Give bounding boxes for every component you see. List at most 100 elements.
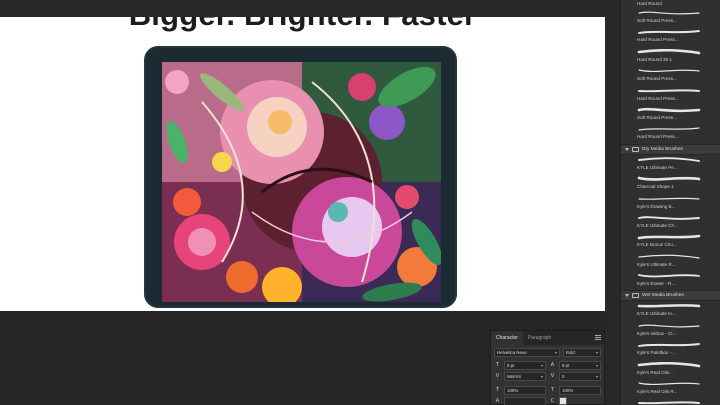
brush-stroke-preview	[638, 11, 700, 15]
baseline-shift-icon: A	[495, 398, 500, 404]
brush-stroke-preview	[638, 127, 700, 131]
font-size-icon: T	[495, 362, 500, 368]
brush-stroke-preview	[638, 382, 700, 386]
font-family-value: Helvetica Neue	[497, 350, 527, 355]
brush-label: Hard Round 35 1	[637, 56, 672, 62]
brush-label: KYLE Ultimate Ch...	[637, 222, 678, 228]
kerning-value: Metrics	[507, 374, 522, 379]
horizontal-scale-field[interactable]: 100%	[559, 386, 601, 395]
brush-item[interactable]: KYLE Ultimate In...	[621, 301, 720, 320]
font-size-field[interactable]: 9 pt	[504, 361, 546, 370]
brush-item[interactable]: Kyle's Real Water...	[621, 398, 720, 405]
tracking-icon: V	[550, 373, 555, 379]
brushes-panel[interactable]: Hard Round Soft Round Press... Hard Round…	[620, 0, 720, 405]
brush-label: Hard Round Press...	[637, 95, 679, 101]
vertical-scale-icon: T	[495, 387, 500, 393]
font-family-select[interactable]: Helvetica Neue	[494, 348, 560, 357]
font-size-value: 9 pt	[507, 363, 515, 368]
brush-item[interactable]: KYLE Ultimate Pe...	[621, 155, 720, 174]
color-label-icon: C	[550, 398, 555, 404]
character-panel-tabs: Character Paragraph	[491, 331, 604, 345]
brush-item[interactable]: Kyle's Eraser - R...	[621, 271, 720, 290]
brush-label: Kyle's Real Oils...	[637, 369, 673, 375]
horizontal-scale-value: 100%	[562, 388, 574, 393]
brush-stroke-preview	[638, 254, 700, 259]
font-style-select[interactable]: Bold	[563, 348, 601, 357]
brush-group-header[interactable]: Dry Media Brushes	[621, 143, 720, 155]
font-style-value: Bold	[566, 350, 575, 355]
brush-stroke-preview	[638, 30, 700, 35]
brush-label: Kyle's Real Oils R...	[637, 389, 678, 395]
kerning-field[interactable]: Metrics	[504, 372, 546, 381]
tab-paragraph[interactable]: Paragraph	[523, 331, 556, 345]
brush-label: Kyle's Drawing B...	[637, 203, 676, 209]
brush-label: Kyle's Paintbox -...	[637, 350, 675, 356]
brush-stroke-preview	[638, 197, 700, 200]
brush-item[interactable]: Kyle's Drawing B...	[621, 194, 720, 213]
folder-icon	[632, 146, 639, 152]
baseline-shift-field[interactable]	[504, 397, 546, 405]
brush-label: KYLE Bonus Chu...	[637, 242, 677, 248]
brush-item[interactable]: Kyle's Inkbox - Cl...	[621, 321, 720, 340]
brush-stroke-preview	[638, 343, 700, 348]
brush-item[interactable]: KYLE Bonus Chu...	[621, 232, 720, 251]
brush-stroke-preview	[637, 361, 701, 367]
brush-item[interactable]: Soft Round Press...	[621, 66, 720, 85]
brush-stroke-preview	[637, 304, 701, 308]
brush-item[interactable]: Soft Round Press...	[621, 105, 720, 124]
brush-stroke-preview	[638, 216, 700, 220]
canvas-headline: Bigger. Brighter. Faster	[0, 17, 605, 33]
brush-item[interactable]: Kyle's Real Oils R...	[621, 379, 720, 398]
brush-item[interactable]: Hard Round 35 1	[621, 47, 720, 66]
brush-label: Kyle's Inkbox - Cl...	[637, 330, 677, 336]
brush-stroke-preview	[638, 69, 700, 73]
brush-stroke-preview	[638, 88, 700, 92]
vertical-scale-value: 100%	[507, 388, 519, 393]
brush-label: Hard Round Press...	[637, 134, 679, 140]
brush-group-label: Wet Media Brushes	[642, 293, 684, 299]
tracking-field[interactable]: 0	[559, 372, 601, 381]
kerning-icon: V	[495, 373, 500, 379]
panel-menu-icon[interactable]	[595, 335, 601, 341]
leading-field[interactable]: 9 pt	[559, 361, 601, 370]
brush-item[interactable]: Charcoal Shape 1	[621, 174, 720, 193]
brush-item[interactable]: Hard Round Press...	[621, 124, 720, 143]
leading-value: 9 pt	[562, 363, 570, 368]
text-color-swatch[interactable]	[559, 397, 567, 405]
brush-stroke-preview	[638, 274, 700, 278]
brush-stroke-preview	[638, 401, 700, 405]
brush-item[interactable]: Soft Round Press...	[621, 8, 720, 27]
floral-artwork	[162, 62, 441, 302]
tracking-value: 0	[562, 374, 565, 379]
brush-item[interactable]: Kyle's Paintbox -...	[621, 340, 720, 359]
brush-group-header[interactable]: Wet Media Brushes	[621, 290, 720, 302]
brush-label: Soft Round Press...	[637, 114, 677, 120]
brush-group-label: Dry Media Brushes	[642, 146, 683, 152]
brush-label: Kyle's Eraser - R...	[637, 281, 676, 287]
brush-label: Kyle's Ultimate R...	[637, 261, 676, 267]
chevron-down-icon[interactable]	[625, 294, 629, 298]
brush-label: KYLE Ultimate In...	[637, 311, 676, 317]
tab-character[interactable]: Character	[491, 331, 523, 345]
folder-icon	[632, 293, 639, 299]
horizontal-scale-icon: T	[550, 387, 555, 393]
character-panel[interactable]: Character Paragraph Helvetica Neue Bold …	[490, 330, 605, 405]
brush-label: Soft Round Press...	[637, 18, 677, 23]
chevron-down-icon[interactable]	[625, 147, 629, 151]
brush-item[interactable]: Kyle's Ultimate R...	[621, 252, 720, 271]
brush-label: Hard Round Press...	[637, 37, 679, 43]
brush-stroke-preview	[638, 157, 700, 162]
brush-item[interactable]: Kyle's Real Oils...	[621, 360, 720, 379]
brush-item[interactable]: Hard Round Press...	[621, 27, 720, 46]
brush-item[interactable]: KYLE Ultimate Ch...	[621, 213, 720, 232]
brush-stroke-preview	[638, 324, 700, 328]
brush-item[interactable]: Hard Round	[621, 0, 720, 8]
brush-stroke-preview	[637, 48, 701, 55]
brush-label: KYLE Ultimate Pe...	[637, 164, 678, 170]
brush-stroke-preview	[637, 107, 701, 113]
brush-label: Charcoal Shape 1	[637, 184, 674, 190]
brush-stroke-preview	[637, 234, 701, 240]
vertical-scale-field[interactable]: 100%	[504, 386, 546, 395]
brush-item[interactable]: Hard Round Press...	[621, 86, 720, 105]
brush-stroke-preview	[637, 176, 701, 181]
